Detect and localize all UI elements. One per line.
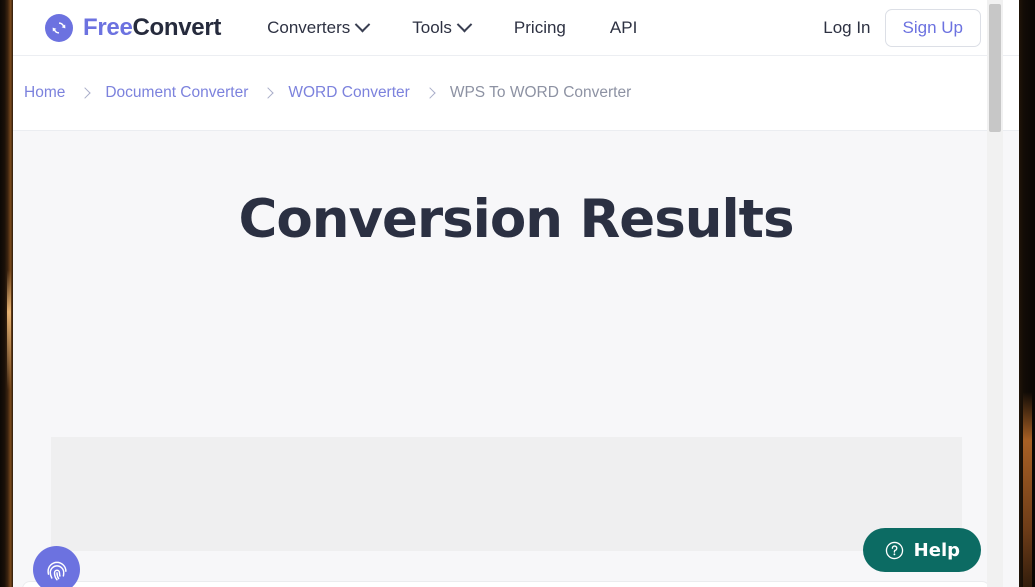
question-circle-icon (885, 541, 903, 559)
nav-item-converters[interactable]: Converters (245, 12, 390, 44)
chevron-down-icon (354, 16, 371, 33)
chevron-right-icon (262, 87, 275, 99)
breadcrumb-item-home[interactable]: Home (24, 84, 65, 102)
ad-placeholder (51, 437, 962, 551)
chevron-right-icon (424, 87, 436, 99)
monitor-bezel-left (0, 0, 13, 587)
breadcrumb-bar: Home Document Converter WORD Converter W… (13, 56, 1019, 131)
brand-name: FreeConvert (83, 14, 221, 42)
help-widget-label: Help (913, 539, 960, 561)
chevron-down-icon (456, 16, 473, 33)
breadcrumb-item-document-converter[interactable]: Document Converter (105, 84, 248, 102)
breadcrumb-item-word-converter[interactable]: WORD Converter (288, 84, 409, 102)
results-card: Windows Update error.odt Done 5.81 KB Do… (22, 581, 990, 587)
nav-item-converters-label: Converters (267, 17, 351, 37)
breadcrumb-item-current: WPS To WORD Converter (449, 84, 632, 101)
browser-viewport: FreeConvert Converters Tools Pricing API… (13, 0, 1019, 587)
signup-button[interactable]: Sign Up (884, 8, 981, 47)
nav-item-tools[interactable]: Tools (390, 12, 492, 44)
brand-name-part1: Free (83, 13, 133, 41)
breadcrumb: Home Document Converter WORD Converter W… (24, 84, 631, 102)
nav-item-pricing[interactable]: Pricing (492, 12, 588, 44)
help-widget-button[interactable]: Help (862, 528, 981, 572)
nav-item-api-label: API (609, 17, 638, 37)
vertical-scrollbar[interactable] (987, 0, 1003, 587)
nav-item-tools-label: Tools (412, 17, 452, 37)
scrollbar-thumb[interactable] (989, 4, 1001, 132)
chevron-right-icon (79, 87, 92, 99)
nav-item-pricing-label: Pricing (513, 17, 566, 37)
fingerprint-accessibility-icon (46, 561, 67, 580)
brand-name-part2: Convert (132, 13, 222, 41)
monitor-bezel-right (1019, 0, 1035, 587)
page-title: Conversion Results (238, 189, 794, 250)
accessibility-widget-button[interactable] (33, 546, 80, 587)
login-link[interactable]: Log In (823, 18, 870, 38)
brand-logo-link[interactable]: FreeConvert (45, 13, 221, 42)
main-nav: Converters Tools Pricing API (245, 12, 659, 44)
site-header: FreeConvert Converters Tools Pricing API… (13, 0, 1019, 56)
nav-item-api[interactable]: API (588, 12, 659, 44)
page-body: Conversion Results Windows Update error.… (13, 131, 1019, 587)
sync-circle-icon (45, 13, 73, 42)
